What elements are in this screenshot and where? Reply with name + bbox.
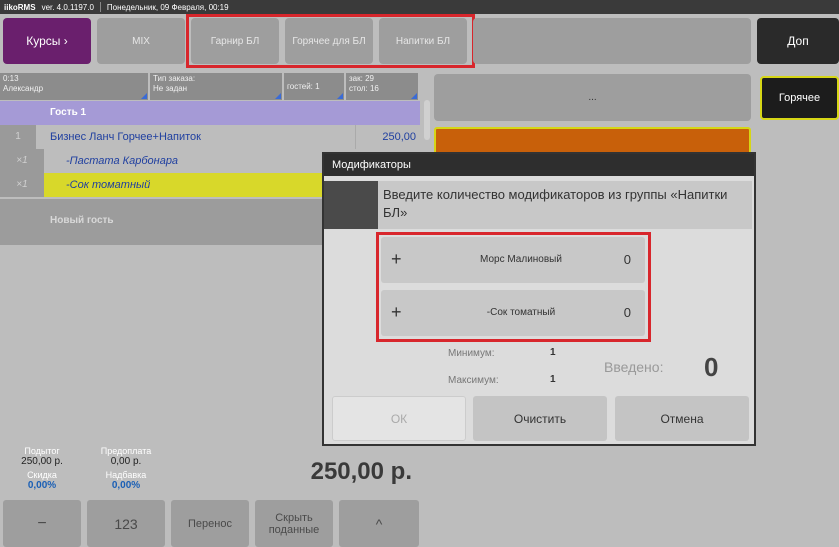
modifier-option-count: 0 [623, 305, 631, 320]
order-time: 0:13 [3, 74, 19, 83]
guest-row[interactable]: Гость 1 [0, 101, 420, 125]
modifier-option-count: 0 [623, 252, 631, 267]
more-button[interactable]: ... [434, 74, 751, 121]
corner-arrow-icon [337, 93, 343, 99]
hide-served-button[interactable]: Скрыть поданные [255, 500, 333, 547]
modifier-option-row[interactable]: + -Сок томатный 0 [381, 290, 645, 336]
prepay-value: 0,00 р. [110, 456, 142, 467]
item-name: Бизнес Ланч Горчее+Напиток [50, 131, 201, 143]
datetime: Понедельник, 09 Февраля, 00:19 [106, 2, 229, 12]
numpad-button[interactable]: 123 [87, 500, 165, 547]
toolbar-empty-slot [473, 18, 751, 64]
order-type-value: Не задан [153, 84, 188, 93]
corner-arrow-icon [141, 93, 147, 99]
max-value: 1 [550, 374, 556, 385]
modifier-option-row[interactable]: + Морс Малиновый 0 [381, 237, 645, 283]
ok-button[interactable]: ОК [332, 396, 466, 441]
subtotal-value: 250,00 р. [21, 456, 63, 467]
app-name: iikoRMS [4, 2, 36, 12]
corner-arrow-icon [275, 93, 281, 99]
courses-button[interactable]: Курсы › [3, 18, 91, 64]
dialog-title: Модификаторы [324, 154, 754, 176]
totals-grid: Подытог Предоплата 250,00 р. 0,00 р. Ски… [0, 446, 168, 496]
discount-label: Скидка [27, 470, 57, 480]
scroll-up-button[interactable]: ^ [339, 500, 419, 547]
guests-count: гостей: 1 [287, 82, 320, 91]
group-button-drinks[interactable]: Напитки БЛ [379, 18, 467, 64]
markup-value: 0,00% [111, 480, 141, 491]
min-label: Минимум: [448, 348, 495, 359]
corner-arrow-icon [411, 93, 417, 99]
chevron-right-icon: › [63, 34, 68, 48]
order-type-label: Тип заказа: [153, 74, 196, 83]
subtotal-label: Подытог [24, 446, 60, 456]
markup-label: Надбавка [105, 470, 147, 480]
order-total: 250,00 р. [310, 458, 412, 485]
group-button-garnish[interactable]: Гарнир БЛ [191, 18, 279, 64]
table-cell[interactable]: зак: 29 стол: 16 [346, 73, 418, 100]
mix-button[interactable]: MIX [97, 18, 185, 64]
hot-category-button[interactable]: Горячее [760, 76, 839, 120]
divider [99, 2, 101, 12]
transfer-button[interactable]: Перенос [171, 500, 249, 547]
clear-button[interactable]: Очистить [473, 396, 607, 441]
modifier-qty: ×1 [0, 173, 44, 197]
modifiers-dialog: Модификаторы Введите количество модифика… [322, 152, 756, 446]
modifier-option-name: -Сок томатный [486, 307, 556, 318]
order-item-row[interactable]: 1 Бизнес Ланч Горчее+Напиток 250,00 [0, 125, 420, 149]
modifier-qty: ×1 [0, 149, 44, 173]
entered-value: 0 [704, 352, 719, 382]
order-number: зак: 29 [349, 74, 374, 83]
prepay-label: Предоплата [100, 446, 152, 456]
dialog-side-block [324, 181, 378, 229]
min-value: 1 [550, 347, 556, 358]
group-button-hot[interactable]: Горячее для БЛ [285, 18, 373, 64]
item-price: 250,00 [355, 125, 420, 149]
discount-value: 0,00% [27, 480, 57, 491]
waiter-name: Александр [3, 84, 44, 93]
app-version: ver. 4.0.1197.0 [41, 2, 94, 12]
plus-icon[interactable]: + [391, 249, 402, 270]
courses-label: Курсы [26, 34, 61, 48]
modifier-name: -Пастата Карбонара [66, 155, 179, 167]
max-label: Максимум: [448, 375, 499, 386]
dop-button[interactable]: Доп [757, 18, 839, 64]
guests-cell[interactable]: гостей: 1 [284, 73, 344, 100]
minus-button[interactable]: − [3, 500, 81, 547]
dialog-prompt: Введите количество модификаторов из груп… [378, 181, 752, 229]
chevron-up-icon: ^ [375, 515, 383, 532]
order-type-cell[interactable]: Тип заказа: Не задан [150, 73, 282, 100]
title-bar: iikoRMS ver. 4.0.1197.0 Понедельник, 09 … [0, 0, 839, 14]
plus-icon[interactable]: + [391, 302, 402, 323]
waiter-cell[interactable]: 0:13 Александр [0, 73, 148, 100]
item-qty: 1 [0, 125, 36, 149]
modifier-name: -Сок томатный [66, 179, 151, 191]
entered-label: Введено: [604, 359, 664, 375]
scrollbar[interactable] [424, 100, 430, 140]
table-number: стол: 16 [349, 84, 379, 93]
app-window: iikoRMS ver. 4.0.1197.0 Понедельник, 09 … [0, 0, 839, 547]
modifier-option-name: Морс Малиновый [480, 254, 562, 265]
cancel-button[interactable]: Отмена [615, 396, 749, 441]
